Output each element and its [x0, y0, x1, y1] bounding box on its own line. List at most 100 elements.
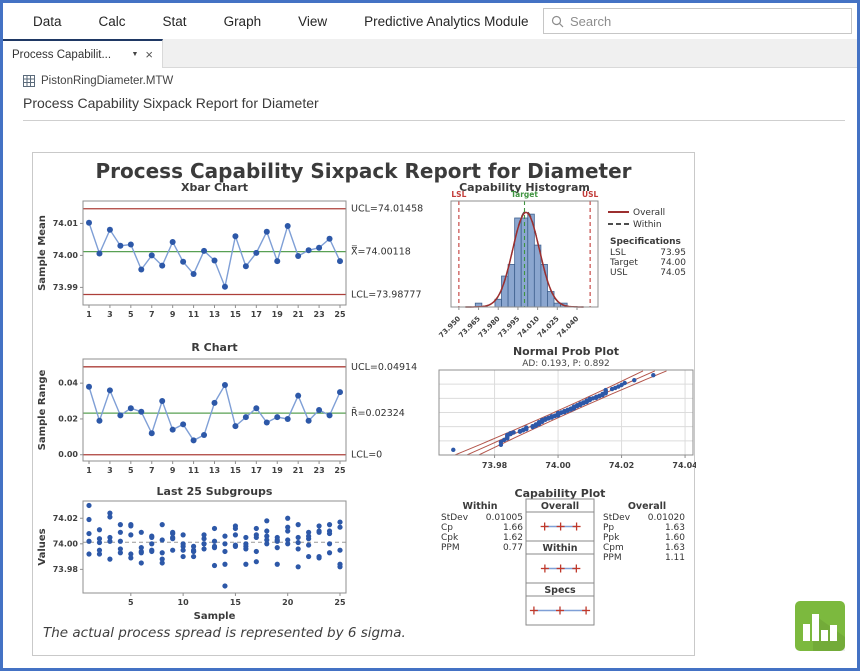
svg-text:73.98: 73.98 — [53, 565, 79, 574]
minitab-bars-icon — [795, 601, 845, 651]
svg-text:Within: Within — [633, 220, 662, 230]
svg-text:21: 21 — [293, 466, 305, 475]
svg-text:Xbar Chart: Xbar Chart — [181, 181, 248, 194]
svg-text:PPM: PPM — [603, 553, 622, 563]
svg-text:73.98: 73.98 — [482, 461, 508, 470]
svg-text:5: 5 — [128, 598, 134, 607]
normal-prob-plot[interactable]: Normal Prob PlotAD: 0.193, P: 0.892 73.98… — [433, 343, 696, 479]
svg-text:25: 25 — [334, 466, 346, 475]
svg-text:74.01: 74.01 — [53, 219, 79, 228]
xbar-chart[interactable]: Xbar Chart73.9974.0074.01135791113151719… — [33, 179, 448, 327]
svg-text:Overall: Overall — [628, 501, 666, 512]
svg-text:0.00: 0.00 — [58, 450, 78, 459]
divider — [23, 120, 845, 121]
svg-text:23: 23 — [314, 466, 325, 475]
svg-text:1.63: 1.63 — [665, 523, 685, 533]
svg-text:74.00: 74.00 — [660, 258, 686, 268]
tab-close-icon[interactable]: × — [145, 48, 153, 61]
minitab-logo-icon[interactable] — [795, 601, 845, 651]
menu-predictive-analytics-module[interactable]: Predictive Analytics Module — [364, 14, 528, 29]
svg-text:1.62: 1.62 — [503, 533, 523, 543]
r-chart[interactable]: R Chart0.000.020.04135791113151719212325… — [33, 339, 448, 479]
worksheet-link[interactable]: PistonRingDiameter.MTW — [23, 75, 173, 87]
svg-text:Ppk: Ppk — [603, 533, 620, 543]
svg-text:1.60: 1.60 — [665, 533, 685, 543]
svg-text:1.11: 1.11 — [665, 553, 685, 563]
svg-text:Overall: Overall — [633, 208, 665, 218]
svg-text:UCL=0.04914: UCL=0.04914 — [351, 362, 417, 373]
worksheet-grid-icon — [23, 75, 35, 87]
svg-text:74.02: 74.02 — [609, 461, 634, 470]
svg-text:19: 19 — [272, 466, 284, 475]
svg-text:StDev: StDev — [603, 513, 631, 523]
svg-text:3: 3 — [107, 466, 113, 475]
worksheet-name: PistonRingDiameter.MTW — [41, 75, 173, 87]
svg-text:Pp: Pp — [603, 523, 614, 533]
svg-text:74.04: 74.04 — [672, 461, 696, 470]
search-input[interactable] — [570, 14, 844, 29]
svg-text:LCL=0: LCL=0 — [351, 450, 382, 461]
menu-graph[interactable]: Graph — [224, 14, 262, 29]
svg-text:17: 17 — [251, 466, 262, 475]
svg-text:Capability Plot: Capability Plot — [515, 487, 606, 500]
svg-text:5: 5 — [128, 310, 134, 319]
last-25-subgroups-chart[interactable]: Last 25 Subgroups73.9874.0074.0251015202… — [33, 483, 448, 629]
svg-text:15: 15 — [230, 598, 242, 607]
svg-text:23: 23 — [314, 310, 325, 319]
svg-text:9: 9 — [170, 466, 176, 475]
svg-text:25: 25 — [334, 310, 346, 319]
menu-stat[interactable]: Stat — [163, 14, 187, 29]
svg-text:15: 15 — [230, 310, 242, 319]
svg-text:Target: Target — [609, 258, 638, 268]
svg-text:LSL: LSL — [610, 248, 626, 258]
svg-text:Values: Values — [37, 528, 48, 565]
search-icon — [551, 15, 564, 28]
output-title: Process Capability Sixpack Report for Di… — [23, 95, 319, 111]
svg-text:13: 13 — [209, 466, 220, 475]
svg-text:LSL: LSL — [451, 190, 466, 199]
menu-data[interactable]: Data — [33, 14, 62, 29]
svg-text:UCL=74.01458: UCL=74.01458 — [351, 204, 423, 215]
svg-text:R̄=0.02324: R̄=0.02324 — [351, 407, 405, 419]
capability-plot[interactable]: Capability PlotWithinStDev0.01005Cp1.66C… — [433, 485, 696, 635]
minitab-window: Data Calc Stat Graph View Predictive Ana… — [3, 3, 857, 668]
svg-text:0.04: 0.04 — [58, 379, 78, 388]
svg-text:Within: Within — [462, 501, 497, 512]
svg-text:Sample: Sample — [194, 611, 236, 622]
svg-text:17: 17 — [251, 310, 262, 319]
svg-text:Overall: Overall — [541, 501, 579, 512]
svg-text:Target: Target — [511, 190, 538, 199]
capability-histogram[interactable]: Capability HistogramLSLTargetUSL73.95073… — [438, 179, 696, 339]
tab-label: Process Capabilit... — [12, 49, 127, 61]
svg-text:13: 13 — [209, 310, 220, 319]
svg-text:73.95: 73.95 — [660, 248, 686, 258]
svg-text:3: 3 — [107, 310, 113, 319]
svg-text:Specifications: Specifications — [610, 237, 681, 247]
svg-text:AD: 0.193, P: 0.892: AD: 0.193, P: 0.892 — [522, 359, 610, 369]
svg-text:Cp: Cp — [441, 523, 453, 533]
svg-text:7: 7 — [149, 310, 155, 319]
svg-text:Within: Within — [542, 543, 577, 554]
menu-calc[interactable]: Calc — [99, 14, 126, 29]
output-pane: PistonRingDiameter.MTW Process Capabilit… — [3, 68, 857, 668]
tab-process-capability[interactable]: Process Capabilit... ▼ × — [3, 39, 163, 68]
report-footnote: The actual process spread is represented… — [43, 625, 406, 641]
svg-text:R Chart: R Chart — [191, 341, 237, 354]
svg-text:74.00: 74.00 — [545, 461, 571, 470]
svg-text:74.00: 74.00 — [53, 251, 79, 260]
svg-text:11: 11 — [188, 310, 200, 319]
svg-text:USL: USL — [610, 268, 627, 278]
svg-text:10: 10 — [178, 598, 190, 607]
search-box[interactable] — [543, 8, 852, 34]
svg-text:74.040: 74.040 — [556, 315, 581, 339]
tab-dropdown-icon[interactable]: ▼ — [131, 51, 138, 58]
svg-text:Normal Prob Plot: Normal Prob Plot — [513, 345, 619, 358]
svg-text:Specs: Specs — [544, 585, 576, 596]
menu-view[interactable]: View — [298, 14, 327, 29]
svg-text:74.02: 74.02 — [53, 514, 78, 523]
svg-text:73.99: 73.99 — [53, 283, 79, 292]
svg-text:StDev: StDev — [441, 513, 469, 523]
svg-text:15: 15 — [230, 466, 242, 475]
svg-text:Cpk: Cpk — [441, 533, 459, 543]
svg-text:Cpm: Cpm — [603, 543, 624, 553]
